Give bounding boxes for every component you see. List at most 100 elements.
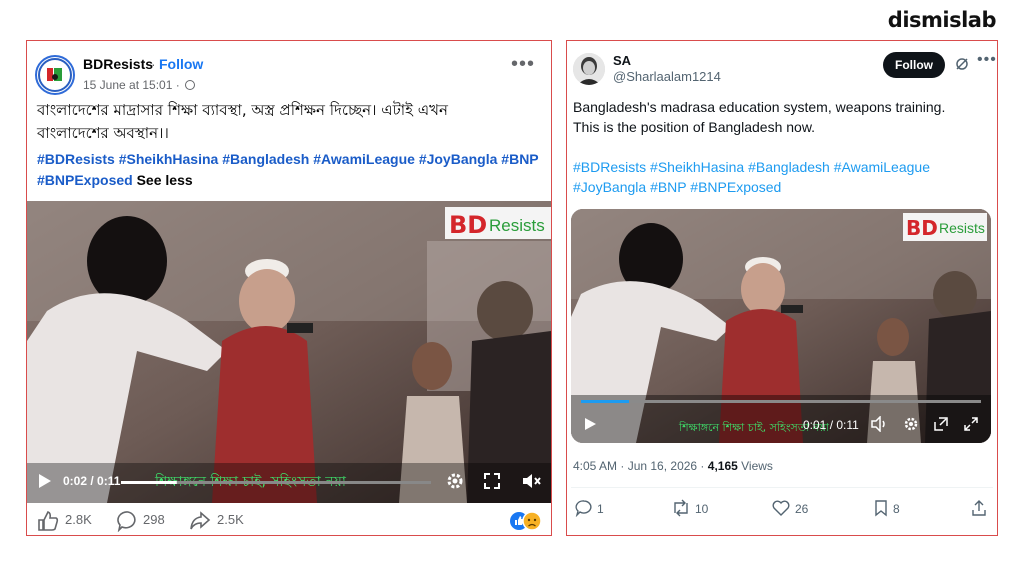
hashtag-link[interactable]: #SheikhHasina: [650, 159, 744, 175]
follow-button[interactable]: Follow: [883, 52, 945, 78]
action-bar: 1 10 26 8: [567, 499, 997, 523]
hashtag-link[interactable]: #BNP: [650, 179, 686, 195]
hashtag-link[interactable]: #BNP: [501, 151, 538, 167]
post-text-line: বাংলাদেশের অবস্থান।।: [37, 124, 169, 142]
views-label: Views: [741, 459, 773, 473]
share-button[interactable]: [189, 510, 211, 532]
play-button[interactable]: [37, 473, 53, 489]
pip-icon: [934, 417, 948, 431]
watermark-bd: BD: [906, 216, 938, 240]
hashtag-link[interactable]: #JoyBangla: [419, 151, 498, 167]
share-icon: [190, 511, 211, 530]
fullscreen-button[interactable]: [483, 472, 501, 490]
comment-icon: [117, 511, 136, 532]
reply-button[interactable]: [575, 499, 593, 517]
user-handle[interactable]: @Sharlaalam1214: [613, 69, 721, 84]
video-frame: BD Resists শিক্ষাঙ্গনে শিক্ষা চাই, সহিংস…: [571, 209, 991, 443]
video-player[interactable]: BD Resists শিক্ষাঙ্গনে শিক্ষা চাই, সহিংস…: [27, 201, 551, 503]
follow-button[interactable]: Follow: [159, 56, 203, 72]
heart-icon: [772, 500, 790, 516]
share-icon: [972, 500, 986, 516]
gear-icon: [904, 417, 918, 431]
reply-icon: [575, 500, 592, 517]
reaction-emojis[interactable]: [509, 511, 543, 531]
video-time: 0:02 / 0:11: [63, 474, 121, 488]
play-button[interactable]: [583, 417, 597, 431]
separator-dot: ·: [151, 56, 156, 72]
share-button[interactable]: [971, 499, 987, 517]
page-name[interactable]: BDResists: [83, 56, 153, 72]
like-button[interactable]: [771, 499, 791, 517]
settings-button[interactable]: [903, 416, 919, 432]
mute-button[interactable]: [521, 472, 541, 490]
like-count: 26: [795, 502, 809, 516]
x-post-card: SA @Sharlaalam1214 Follow ••• Bangladesh…: [566, 40, 998, 536]
dismislab-logo: dismislab: [887, 8, 997, 32]
hashtag-link[interactable]: #SheikhHasina: [119, 151, 219, 167]
post-text-line: This is the position of Bangladesh now.: [573, 119, 816, 135]
expand-icon: [964, 417, 978, 431]
settings-button[interactable]: [445, 471, 465, 491]
post-timestamp[interactable]: 15 June at 15:01 ·: [83, 78, 180, 92]
hashtag-link[interactable]: #Bangladesh: [222, 151, 309, 167]
watermark-resists: Resists: [939, 220, 985, 236]
thumbs-up-icon: [38, 511, 59, 531]
hashtag-list: #BDResists #SheikhHasina #Bangladesh #Aw…: [37, 149, 547, 191]
share-count: 2.5K: [217, 512, 244, 527]
comment-button[interactable]: [117, 510, 139, 532]
like-button[interactable]: [37, 510, 59, 532]
grok-icon: [956, 58, 968, 70]
repost-icon: [674, 499, 688, 517]
video-frame: BD Resists শিক্ষাঙ্গনে শিক্ষা চাই, সহিংস…: [27, 201, 551, 503]
video-progress-fill: [121, 481, 177, 484]
gear-icon: [447, 473, 463, 489]
post-text: বাংলাদেশের মাদ্রাসার শিক্ষা ব্যাবস্থা, অ…: [37, 99, 537, 145]
more-options-button[interactable]: •••: [511, 54, 535, 74]
view-count: 4,165: [707, 459, 738, 473]
post-text: Bangladesh's madrasa education system, w…: [573, 97, 985, 137]
repost-count: 10: [695, 502, 709, 516]
bookmark-button[interactable]: [873, 499, 889, 517]
bookmark-icon: [875, 500, 887, 517]
picture-in-picture-button[interactable]: [933, 416, 949, 432]
play-icon: [39, 474, 51, 488]
post-timestamp[interactable]: 4:05 AM · Jun 16, 2026 ·: [573, 459, 704, 473]
bookmark-count: 8: [893, 502, 900, 516]
post-text-line: Bangladesh's madrasa education system, w…: [573, 99, 946, 115]
hashtag-link[interactable]: #BNPExposed: [690, 179, 781, 195]
hashtag-link[interactable]: #AwamiLeague: [313, 151, 415, 167]
facebook-post-card: BDResists · Follow 15 June at 15:01 · ••…: [26, 40, 552, 536]
hashtag-list: #BDResists #SheikhHasina #Bangladesh #Aw…: [573, 157, 983, 197]
see-less-link[interactable]: See less: [137, 172, 193, 188]
watermark-resists: Resists: [489, 216, 545, 235]
comment-count: 298: [143, 512, 165, 527]
video-time: 0:01 / 0:11: [803, 418, 859, 432]
post-text-line: বাংলাদেশের মাদ্রাসার শিক্ষা ব্যাবস্থা, অ…: [37, 101, 448, 119]
video-player[interactable]: BD Resists শিক্ষাঙ্গনে শিক্ষা চাই, সহিংস…: [571, 209, 991, 443]
reaction-bar: 2.8K 298 2.5K: [27, 508, 551, 536]
grok-button[interactable]: [955, 57, 969, 71]
video-progress-fill: [581, 400, 629, 403]
globe-icon: [185, 80, 195, 90]
avatar[interactable]: [573, 53, 605, 85]
play-icon: [585, 418, 596, 430]
hashtag-link[interactable]: #JoyBangla: [573, 179, 646, 195]
fullscreen-button[interactable]: [963, 416, 979, 432]
divider: [571, 487, 993, 488]
expand-icon: [484, 473, 500, 489]
like-count: 2.8K: [65, 512, 92, 527]
hashtag-link[interactable]: #Bangladesh: [748, 159, 830, 175]
hashtag-link[interactable]: #BDResists: [37, 151, 115, 167]
speaker-muted-icon: [523, 474, 541, 488]
sad-reaction-icon: [522, 511, 542, 531]
volume-button[interactable]: [871, 416, 889, 432]
page-avatar[interactable]: [35, 55, 75, 95]
hashtag-link[interactable]: #BNPExposed: [37, 172, 133, 188]
more-options-button[interactable]: •••: [977, 52, 997, 68]
display-name[interactable]: SA: [613, 53, 631, 68]
hashtag-link[interactable]: #BDResists: [573, 159, 646, 175]
hashtag-link[interactable]: #AwamiLeague: [834, 159, 930, 175]
repost-button[interactable]: [671, 499, 691, 517]
reply-count: 1: [597, 502, 604, 516]
post-meta: 4:05 AM · Jun 16, 2026 · 4,165 Views: [573, 459, 773, 473]
